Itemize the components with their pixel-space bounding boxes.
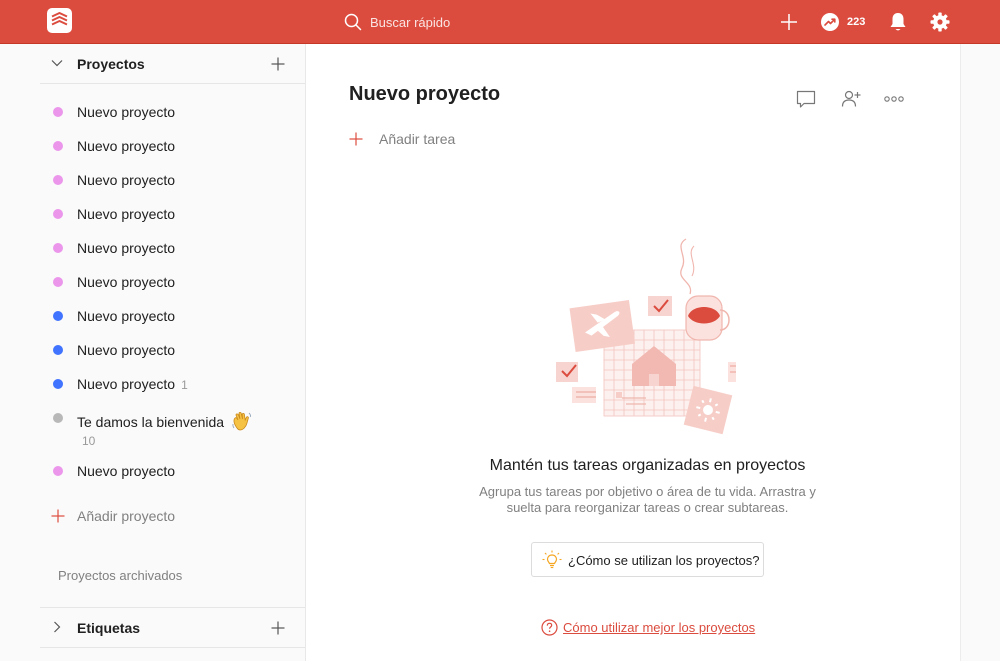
share-button[interactable] [840, 88, 862, 110]
project-name: Nuevo proyecto [77, 274, 176, 290]
project-task-count: 10 [82, 434, 96, 448]
lightbulb-icon [542, 550, 562, 569]
project-name: Nuevo proyecto [77, 138, 176, 154]
project-item[interactable]: Nuevo proyecto [40, 130, 305, 164]
search-icon [344, 13, 362, 31]
project-item[interactable]: Nuevo proyecto 1 [40, 368, 305, 402]
add-label-plus-icon[interactable] [270, 620, 286, 636]
project-item[interactable]: Nuevo proyecto [40, 198, 305, 232]
search-placeholder: Buscar rápido [370, 14, 451, 30]
project-item[interactable]: Nuevo proyecto [40, 334, 305, 368]
more-horizontal-icon [884, 96, 904, 102]
labels-section-header[interactable]: Etiquetas [40, 608, 305, 648]
settings-button[interactable] [930, 12, 950, 32]
sidebar: Proyectos Nuevo proyecto Nuevo proyecto … [0, 44, 305, 661]
project-color-dot [53, 466, 63, 476]
project-item[interactable]: Nuevo proyecto [40, 300, 305, 334]
project-color-dot [53, 277, 63, 287]
project-item[interactable]: Nuevo proyecto [40, 266, 305, 300]
project-item[interactable]: Nuevo proyecto [40, 164, 305, 198]
empty-state-description: Agrupa tus tareas por objetivo o área de… [479, 484, 816, 515]
project-color-dot [53, 209, 63, 219]
notifications-button[interactable] [888, 11, 908, 33]
project-color-dot [53, 311, 63, 321]
chevron-right-icon[interactable] [50, 620, 64, 634]
project-color-dot [53, 243, 63, 253]
project-item[interactable]: Nuevo proyecto [40, 455, 305, 489]
project-name: Nuevo proyecto [77, 342, 176, 358]
quick-search[interactable]: Buscar rápido [344, 12, 450, 32]
gear-icon [930, 12, 950, 32]
bell-icon [890, 13, 906, 31]
archived-projects-link[interactable]: Proyectos archivados [58, 568, 182, 583]
question-circle-icon [541, 619, 558, 636]
comments-button[interactable] [795, 88, 817, 110]
project-item[interactable]: Nuevo proyecto [40, 96, 305, 130]
divider [40, 647, 305, 648]
top-bar: Buscar rápido 223 [0, 0, 1000, 44]
waving-hand-icon [232, 411, 252, 431]
project-name: Te damos la bienvenida [77, 414, 225, 430]
chevron-down-icon[interactable] [50, 56, 64, 70]
project-color-dot [53, 345, 63, 355]
project-color-dot [53, 379, 63, 389]
comment-icon [796, 90, 816, 108]
empty-state-title: Mantén tus tareas organizadas en proyect… [489, 457, 806, 474]
how-to-use-projects-label: ¿Cómo se utilizan los proyectos? [568, 553, 760, 568]
divider [40, 83, 305, 84]
help-link-label: Cómo utilizar mejor los proyectos [563, 620, 756, 635]
project-name: Nuevo proyecto [77, 206, 176, 222]
project-item[interactable]: Nuevo proyecto [40, 232, 305, 266]
todoist-logo-icon[interactable] [47, 8, 72, 33]
karma-trend-icon [821, 13, 839, 31]
project-name: Nuevo proyecto [77, 376, 176, 392]
project-name: Nuevo proyecto [77, 308, 176, 324]
how-to-use-projects-button[interactable]: ¿Cómo se utilizan los proyectos? [531, 542, 764, 577]
karma-button[interactable]: 223 [820, 12, 865, 32]
quick-add-button[interactable] [779, 12, 799, 32]
projects-empty-illustration [556, 238, 736, 435]
add-project-label: Añadir proyecto [77, 508, 176, 524]
main-content: Nuevo proyecto Añadir tarea Mantén tus t… [306, 44, 960, 661]
project-name-row: Te damos la bienvenida [77, 410, 253, 432]
add-person-icon [841, 90, 861, 107]
page-title: Nuevo proyecto [349, 83, 501, 105]
karma-count: 223 [847, 16, 866, 28]
project-color-dot [53, 107, 63, 117]
project-name: Nuevo proyecto [77, 240, 176, 256]
plus-icon [349, 132, 363, 146]
plus-icon [781, 14, 797, 30]
add-project-button[interactable]: Añadir proyecto [40, 502, 305, 532]
project-item[interactable]: Te damos la bienvenida 10 [40, 402, 305, 452]
projects-title: Proyectos [77, 56, 145, 72]
project-name-row: Nuevo proyecto 1 [77, 376, 188, 392]
project-name: Nuevo proyecto [77, 104, 176, 120]
project-name: Nuevo proyecto [77, 172, 176, 188]
add-project-plus-icon[interactable] [270, 56, 286, 72]
project-color-dot [53, 141, 63, 151]
project-color-dot [53, 175, 63, 185]
more-options-button[interactable] [883, 88, 905, 110]
projects-section-header[interactable]: Proyectos [40, 44, 305, 84]
project-color-dot [53, 413, 63, 423]
add-task-label: Añadir tarea [379, 131, 456, 147]
right-margin [960, 44, 1000, 661]
project-task-count: 1 [181, 378, 188, 392]
project-name: Nuevo proyecto [77, 463, 176, 479]
plus-icon [51, 509, 65, 523]
labels-title: Etiquetas [77, 620, 141, 636]
